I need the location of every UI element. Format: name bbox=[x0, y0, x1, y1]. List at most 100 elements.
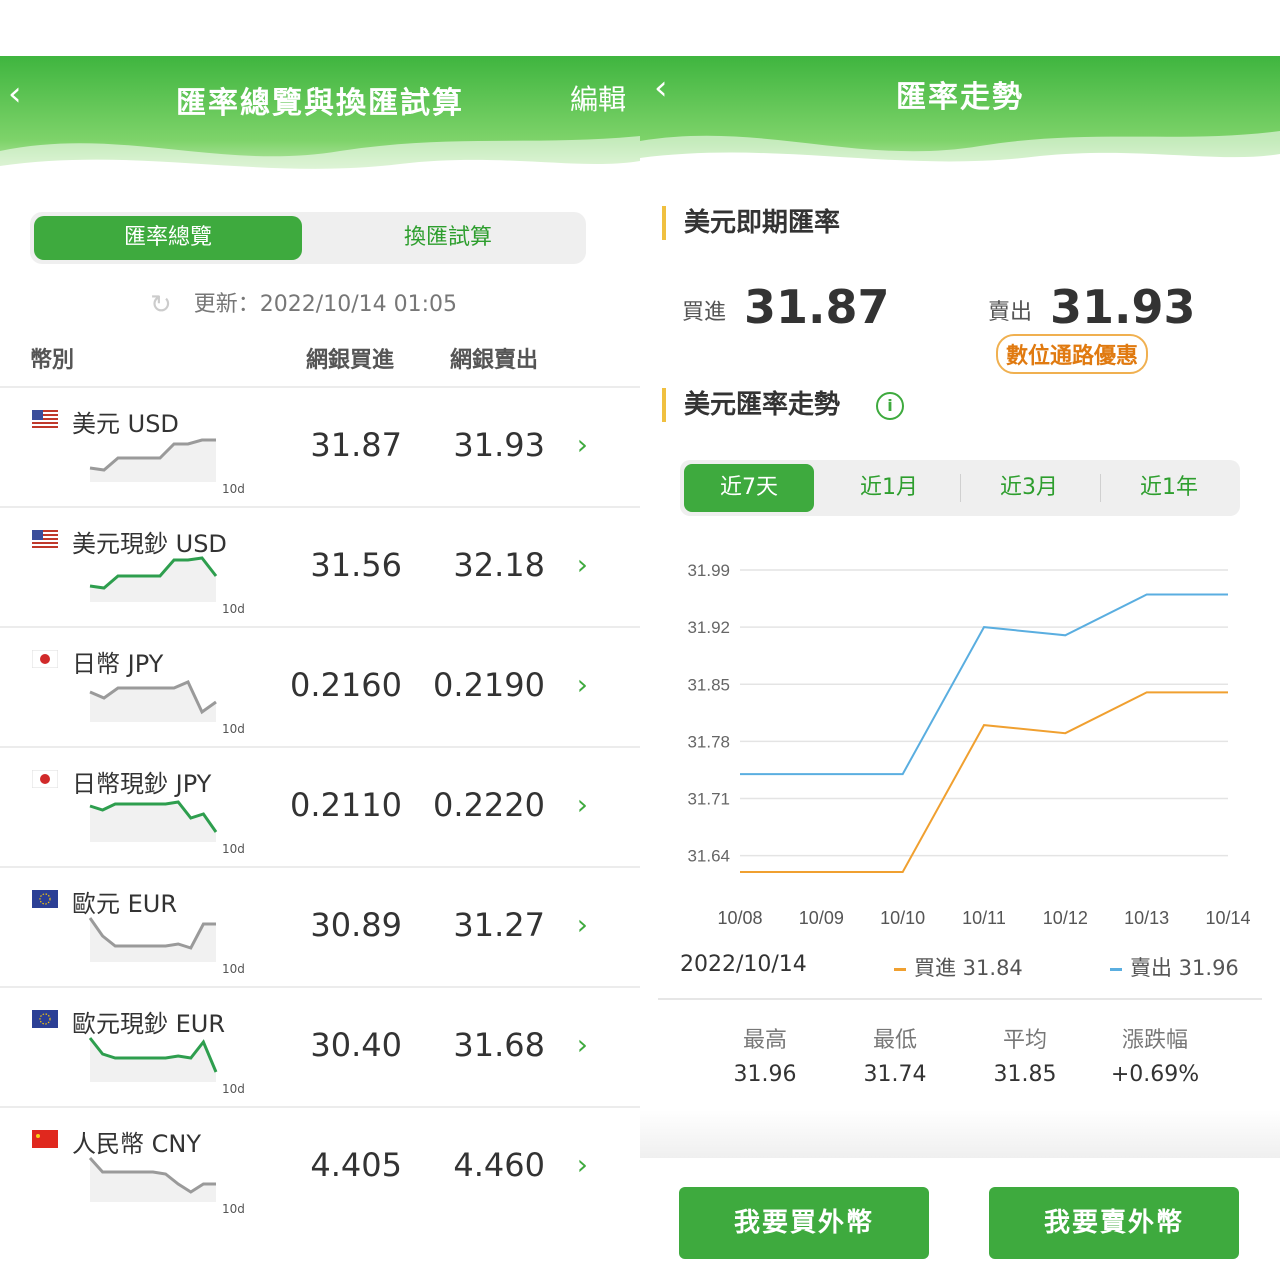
rates-overview-screen: ‹ 匯率總覽與換匯試算 編輯 匯率總覽 換匯試算 ↻ 更新：2022/10/14 … bbox=[0, 0, 640, 1280]
sparkline bbox=[88, 1156, 216, 1202]
page-title: 匯率總覽與換匯試算 bbox=[176, 86, 464, 121]
online-buy-rate: 0.2160 bbox=[290, 666, 402, 704]
x-tick-label: 10/08 bbox=[717, 908, 762, 928]
y-tick-label: 31.99 bbox=[687, 561, 730, 580]
x-tick-label: 10/12 bbox=[1043, 908, 1088, 928]
online-buy-rate: 30.40 bbox=[310, 1026, 402, 1064]
sparkline-area bbox=[90, 1158, 216, 1202]
divider bbox=[658, 998, 1262, 1000]
online-sell-rate: 31.27 bbox=[453, 906, 545, 944]
x-tick-label: 10/09 bbox=[799, 908, 844, 928]
info-icon[interactable]: i bbox=[876, 392, 904, 420]
sparkline-area bbox=[90, 440, 216, 482]
x-tick-label: 10/14 bbox=[1205, 908, 1250, 928]
currency-row[interactable]: 日幣現鈔 JPY 10d 0.2110 0.2220 › bbox=[0, 746, 640, 868]
online-sell-rate: 0.2220 bbox=[433, 786, 545, 824]
chevron-right-icon[interactable]: › bbox=[577, 1148, 588, 1181]
currency-row[interactable]: 日幣 JPY 10d 0.2160 0.2190 › bbox=[0, 626, 640, 748]
y-tick-label: 31.78 bbox=[687, 732, 730, 751]
edit-button[interactable]: 編輯 bbox=[570, 78, 626, 118]
stat-low: 最低 31.74 bbox=[830, 1022, 960, 1087]
stat-average: 平均 31.85 bbox=[960, 1022, 1090, 1087]
y-tick-label: 31.64 bbox=[687, 847, 730, 866]
online-sell-rate: 31.68 bbox=[453, 1026, 545, 1064]
legend-sell-text: 賣出 31.96 bbox=[1130, 956, 1239, 980]
view-segmented-control: 匯率總覽 換匯試算 bbox=[30, 212, 586, 264]
chevron-right-icon[interactable]: › bbox=[577, 908, 588, 941]
chevron-right-icon[interactable]: › bbox=[577, 788, 588, 821]
japan-flag-icon bbox=[31, 649, 59, 669]
right-header: ‹ 匯率走勢 bbox=[640, 56, 1280, 186]
online-buy-rate: 4.405 bbox=[310, 1146, 402, 1184]
online-sell-rate: 0.2190 bbox=[433, 666, 545, 704]
stat-value: 31.85 bbox=[993, 1062, 1057, 1087]
sparkline bbox=[88, 917, 216, 962]
rate-trend-screen: ‹ 匯率走勢 美元即期匯率 買進 31.87 賣出 31.93 數位通路優惠 美… bbox=[640, 0, 1280, 1280]
column-currency: 幣別 bbox=[30, 348, 75, 373]
range-3m[interactable]: 近3月 bbox=[964, 464, 1094, 512]
sparkline-period: 10d bbox=[222, 722, 245, 736]
chevron-right-icon[interactable]: › bbox=[577, 1028, 588, 1061]
buy-foreign-currency-button[interactable]: 我要買外幣 bbox=[679, 1187, 929, 1259]
us-flag-icon bbox=[32, 410, 58, 428]
sparkline-period: 10d bbox=[222, 842, 245, 856]
chevron-right-icon[interactable]: › bbox=[577, 548, 588, 581]
tab-rates-overview[interactable]: 匯率總覽 bbox=[34, 216, 302, 260]
trend-title: 美元匯率走勢 bbox=[662, 388, 840, 422]
online-sell-rate: 32.18 bbox=[453, 546, 545, 584]
sparkline-period: 10d bbox=[222, 1082, 245, 1096]
currency-row[interactable]: 人民幣 CNY 10d 4.405 4.460 › bbox=[0, 1106, 640, 1228]
x-tick-label: 10/10 bbox=[880, 908, 925, 928]
x-tick-label: 10/11 bbox=[962, 908, 1006, 928]
stat-label: 最低 bbox=[872, 1028, 917, 1053]
online-sell-rate: 4.460 bbox=[453, 1146, 545, 1184]
range-1m[interactable]: 近1月 bbox=[824, 464, 954, 512]
refresh-icon[interactable]: ↻ bbox=[150, 290, 172, 320]
currency-row[interactable]: 美元 USD 10d 31.87 31.93 › bbox=[0, 386, 640, 508]
tab-exchange-calculator[interactable]: 換匯試算 bbox=[314, 216, 582, 260]
online-buy-rate: 0.2110 bbox=[290, 786, 402, 824]
legend-buy-text: 買進 31.84 bbox=[914, 956, 1023, 980]
currency-row[interactable]: 美元現鈔 USD 10d 31.56 32.18 › bbox=[0, 506, 640, 628]
bottom-fade bbox=[640, 1110, 1280, 1158]
sparkline-period: 10d bbox=[222, 962, 245, 976]
japan-flag-icon bbox=[31, 769, 59, 789]
x-tick-label: 10/13 bbox=[1124, 908, 1169, 928]
online-buy-rate: 31.56 bbox=[310, 546, 402, 584]
y-tick-label: 31.85 bbox=[687, 675, 730, 694]
chevron-right-icon[interactable]: › bbox=[577, 428, 588, 461]
sparkline-period: 10d bbox=[222, 602, 245, 616]
stat-label: 平均 bbox=[1002, 1028, 1047, 1053]
range-7d[interactable]: 近7天 bbox=[684, 464, 814, 512]
eu-flag-icon bbox=[32, 890, 58, 908]
legend-buy: 買進 31.84 bbox=[894, 952, 1023, 982]
legend-date: 2022/10/14 bbox=[680, 952, 807, 977]
sparkline bbox=[88, 1037, 218, 1082]
currency-row[interactable]: 歐元現鈔 EUR 10d 30.40 31.68 › bbox=[0, 986, 640, 1108]
sell-label: 賣出 bbox=[988, 300, 1033, 325]
legend-buy-swatch bbox=[894, 967, 906, 971]
eu-flag-icon bbox=[32, 1010, 58, 1028]
sell-rate-value: 31.93 bbox=[1050, 280, 1196, 334]
sparkline-area bbox=[90, 558, 216, 602]
series-line-buy bbox=[740, 691, 1228, 873]
chevron-right-icon[interactable]: › bbox=[577, 668, 588, 701]
stat-label: 最高 bbox=[742, 1028, 787, 1053]
online-sell-rate: 31.93 bbox=[453, 426, 545, 464]
online-buy-rate: 31.87 bbox=[310, 426, 402, 464]
stat-change: 漲跌幅 +0.69% bbox=[1090, 1022, 1220, 1087]
buy-rate-value: 31.87 bbox=[744, 280, 890, 334]
range-1y[interactable]: 近1年 bbox=[1104, 464, 1234, 512]
stat-value: 31.74 bbox=[863, 1062, 927, 1087]
sparkline-period: 10d bbox=[222, 1202, 245, 1216]
sparkline bbox=[89, 438, 216, 482]
left-header: ‹ 匯率總覽與換匯試算 編輯 bbox=[0, 56, 640, 186]
digital-discount-badge: 數位通路優惠 bbox=[996, 334, 1149, 374]
sell-foreign-currency-button[interactable]: 我要賣外幣 bbox=[989, 1187, 1239, 1259]
sparkline bbox=[89, 800, 218, 842]
online-buy-rate: 30.89 bbox=[310, 906, 402, 944]
update-text: 更新：2022/10/14 01:05 bbox=[193, 292, 457, 317]
currency-row[interactable]: 歐元 EUR 10d 30.89 31.27 › bbox=[0, 866, 640, 988]
spot-rate-title: 美元即期匯率 bbox=[662, 206, 840, 240]
range-selector: 近7天 近1月 近3月 近1年 bbox=[680, 460, 1240, 516]
